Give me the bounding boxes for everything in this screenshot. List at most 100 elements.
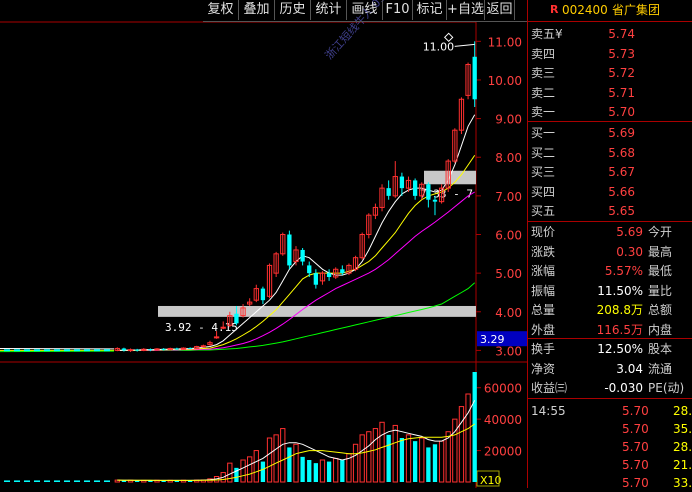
stats-value: 11.50%: [597, 282, 643, 300]
volume-bar: [300, 457, 304, 482]
bids-price: 5.65: [608, 202, 635, 220]
candle-body: [122, 348, 126, 350]
candle-body: [433, 200, 437, 202]
toolbar-button-4[interactable]: 画线: [347, 0, 383, 20]
candle-body: [148, 349, 152, 350]
stats-row: 现价5.69今开: [528, 223, 692, 241]
volume-axis-label: 40000: [484, 413, 522, 427]
history-candle: [14, 349, 20, 351]
volume-bar: [420, 438, 424, 482]
volume-bar: [353, 444, 357, 482]
stock-marker: R: [550, 1, 558, 19]
price-axis-label: 10.00: [488, 74, 522, 88]
tick-price: 5.70: [622, 438, 649, 456]
candle-body: [287, 235, 291, 266]
stats-side-label: 今开: [648, 223, 672, 241]
price-axis-label: 6.00: [495, 229, 522, 243]
history-candle: [54, 349, 60, 351]
stats-label: 现价: [531, 223, 555, 241]
stats-row: 振幅 11.50% 量比: [528, 282, 692, 300]
toolbar-button-1[interactable]: 叠加: [239, 0, 275, 20]
volume-bar: [367, 432, 371, 482]
history-candle: [24, 349, 30, 351]
tick-volume: 33.7: [673, 474, 692, 492]
asks-price: 5.70: [608, 103, 635, 121]
fund-label: 收益㈢: [531, 379, 567, 397]
stats-row: 涨跌0.30最高: [528, 243, 692, 261]
toolbar-button-8[interactable]: 返回: [485, 0, 515, 20]
volume-bar: [267, 438, 271, 482]
history-candle: [34, 349, 40, 351]
candle-body: [181, 348, 185, 349]
tick-price: 5.70: [622, 420, 649, 438]
bids-label: 买五: [531, 202, 555, 220]
bids-label: 买一: [531, 124, 555, 142]
stock-code: 002400: [562, 1, 608, 19]
volume-bar: [406, 435, 410, 482]
history-volume-bar: [104, 480, 110, 482]
candle-body: [214, 337, 218, 338]
history-volume-bar: [24, 480, 30, 482]
fund-value: 3.04: [616, 360, 643, 378]
volume-bar: [413, 441, 417, 482]
current-price-tag-label: 3.29: [480, 333, 505, 346]
volume-bar: [320, 460, 324, 482]
bids-row: 买二5.68: [528, 144, 692, 162]
stats-label: 涨幅: [531, 262, 555, 280]
history-candle: [44, 349, 50, 351]
zone-label-low: 3.92 - 4.15: [165, 321, 238, 334]
volume-bar: [314, 463, 318, 482]
price-axis-label: 7.00: [495, 190, 522, 204]
volume-axis-label: 20000: [484, 445, 522, 459]
divider: [528, 221, 692, 222]
history-volume-bar: [34, 480, 40, 482]
volume-ma-long: [117, 424, 474, 481]
candle-body: [426, 184, 430, 199]
asks-row: 卖五¥5.74: [528, 25, 692, 43]
tick-row: 5.7035.5: [528, 420, 692, 438]
candle-body: [135, 350, 139, 351]
fund-row: 收益㈢-0.030PE(动): [528, 379, 692, 397]
tick-volume: 28.9: [673, 402, 692, 420]
history-candle: [94, 349, 100, 351]
asks-price: 5.71: [608, 84, 635, 102]
volume-bar: [380, 422, 384, 482]
candle-body: [161, 349, 165, 350]
volume-ma-short: [117, 400, 474, 480]
asks-label: 卖一: [531, 103, 555, 121]
history-volume-bar: [84, 480, 90, 482]
history-volume-bar: [64, 480, 70, 482]
toolbar-button-6[interactable]: 标记: [413, 0, 447, 20]
volume-bar: [426, 447, 430, 482]
tick-row: 5.70 28.9: [528, 438, 692, 456]
price-axis-label: 3.00: [495, 344, 522, 358]
fund-side-label: 股本: [648, 340, 672, 358]
volume-bar: [294, 444, 298, 482]
stats-value: 208.8万: [597, 301, 643, 319]
candle-body: [400, 177, 404, 189]
high-label: 11.00: [423, 40, 455, 53]
history-volume-bar: [54, 480, 60, 482]
toolbar-button-5[interactable]: F10: [383, 0, 413, 20]
toolbar-button-0[interactable]: 复权: [203, 0, 239, 20]
fund-value: 12.50%: [597, 340, 643, 358]
tick-volume: 28.9: [673, 438, 692, 456]
toolbar-button-3[interactable]: 统计: [311, 0, 347, 20]
asks-row: 卖四5.73: [528, 45, 692, 63]
toolbar-button-2[interactable]: 历史: [275, 0, 311, 20]
stats-label: 振幅: [531, 282, 555, 300]
stats-row: 总量208.8万总额: [528, 301, 692, 319]
price-axis-label: 9.00: [495, 113, 522, 127]
volume-bar: [393, 425, 397, 482]
candle-body: [300, 250, 304, 262]
tick-time: 14:55: [531, 402, 566, 420]
history-candle: [104, 349, 110, 351]
volume-unit: X10: [480, 474, 502, 487]
stats-side-label: 最高: [648, 243, 672, 261]
stats-side-label: 量比: [648, 282, 672, 300]
fund-row: 净资3.04流通: [528, 360, 692, 378]
volume-bar: [439, 441, 443, 482]
kline-chart[interactable]: 11.0010.009.008.007.006.005.004.003.00浙江…: [0, 0, 527, 488]
toolbar-button-7[interactable]: +自选: [447, 0, 485, 20]
kline-chart-area[interactable]: 11.0010.009.008.007.006.005.004.003.00浙江…: [0, 0, 527, 488]
